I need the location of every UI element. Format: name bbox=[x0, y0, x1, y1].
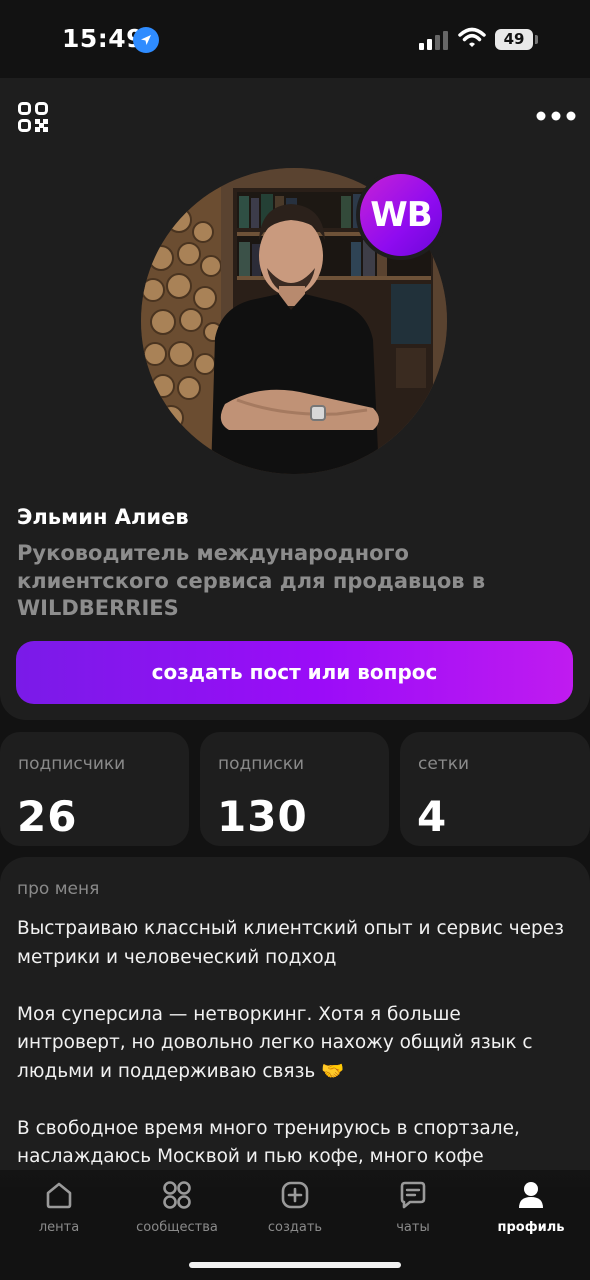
more-options-icon[interactable] bbox=[536, 111, 576, 121]
plus-square-icon bbox=[281, 1181, 309, 1209]
about-section: про меня Выстраиваю классный клиентский … bbox=[0, 857, 590, 1187]
home-indicator[interactable] bbox=[189, 1262, 401, 1268]
battery-nub bbox=[535, 35, 538, 44]
home-icon bbox=[46, 1182, 72, 1209]
stat-label: сетки bbox=[418, 754, 470, 774]
about-paragraph: Выстраиваю классный клиентский опыт и се… bbox=[17, 918, 565, 968]
profile-job-title: Руководитель международного клиентского … bbox=[17, 541, 486, 620]
wifi-icon bbox=[458, 27, 486, 47]
stat-networks[interactable]: сетки 4 bbox=[400, 732, 590, 846]
tab-create[interactable]: создать bbox=[240, 1180, 350, 1240]
qr-code-icon[interactable] bbox=[18, 102, 48, 132]
about-paragraph: Моя суперсила — нетворкинг. Хотя я больш… bbox=[17, 1003, 533, 1082]
tab-profile[interactable]: профиль bbox=[476, 1180, 586, 1240]
tab-chats[interactable]: чаты bbox=[358, 1180, 468, 1240]
stat-followers[interactable]: подписчики 26 bbox=[0, 732, 189, 846]
status-bar: 15:49 49 bbox=[0, 0, 590, 80]
stat-value: 4 bbox=[417, 792, 448, 841]
create-post-button[interactable]: создать пост или вопрос bbox=[16, 641, 573, 704]
battery-indicator: 49 bbox=[495, 29, 533, 50]
about-paragraph: В свободное время много тренируюсь в спо… bbox=[17, 1117, 520, 1168]
about-title: про меня bbox=[17, 879, 100, 899]
stat-value: 26 bbox=[17, 792, 78, 841]
tab-label: чаты bbox=[396, 1220, 430, 1235]
stat-value: 130 bbox=[217, 792, 308, 841]
cellular-signal-icon bbox=[419, 31, 448, 50]
grid-icon bbox=[163, 1181, 191, 1209]
stat-label: подписки bbox=[218, 754, 305, 774]
tab-label: профиль bbox=[497, 1220, 565, 1235]
chat-icon bbox=[400, 1181, 426, 1209]
tab-label: лента bbox=[38, 1220, 80, 1235]
tab-feed[interactable]: лента bbox=[4, 1180, 114, 1240]
location-arrow-icon bbox=[133, 27, 159, 53]
tab-communities[interactable]: сообщества bbox=[122, 1180, 232, 1240]
stat-label: подписчики bbox=[18, 754, 126, 774]
status-time: 15:49 bbox=[62, 24, 145, 53]
profile-card: WB Эльмин Алиев Руководитель международн… bbox=[0, 78, 590, 720]
about-text: Выстраиваю классный клиентский опыт и се… bbox=[17, 915, 572, 1187]
profile-icon bbox=[519, 1182, 543, 1208]
tab-label: создать bbox=[267, 1220, 323, 1235]
tab-label: сообщества bbox=[136, 1220, 218, 1235]
profile-name: Эльмин Алиев bbox=[17, 505, 189, 529]
wildberries-logo-badge: WB bbox=[356, 170, 446, 260]
stat-following[interactable]: подписки 130 bbox=[200, 732, 389, 846]
